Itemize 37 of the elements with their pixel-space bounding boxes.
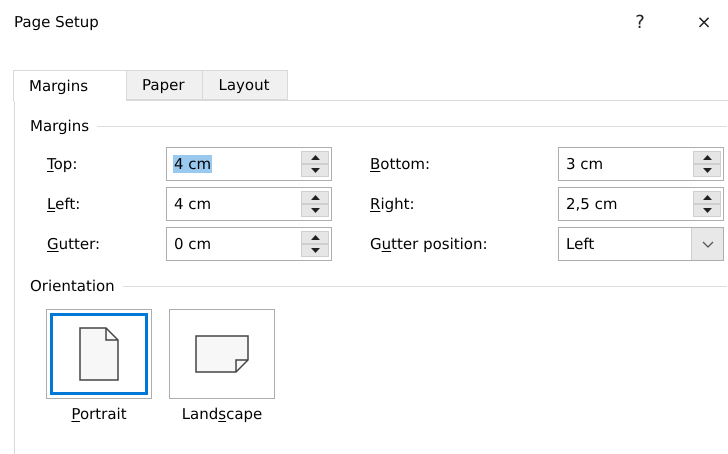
help-button[interactable]: ? (620, 5, 660, 39)
spin-field[interactable]: 4 cm (166, 187, 332, 221)
tab[interactable]: Paper (126, 70, 204, 100)
landscape-page-icon (195, 335, 249, 373)
field-label: Gutter: (47, 235, 102, 253)
spin-down-icon[interactable] (693, 164, 721, 177)
group-title: Margins (30, 117, 90, 135)
orientation-button[interactable] (169, 309, 275, 399)
spin-down-icon[interactable] (693, 204, 721, 217)
field-label: Right: (370, 195, 416, 213)
group-title: Orientation (30, 277, 115, 295)
spin-field[interactable]: 2,5 cm (558, 187, 724, 221)
spin-up-icon[interactable] (693, 151, 721, 164)
field-label: Left: (47, 195, 82, 213)
spin-down-icon[interactable] (301, 164, 329, 177)
tab[interactable]: Margins (13, 70, 127, 101)
field-label: Bottom: (370, 155, 432, 173)
window-title: Page Setup (14, 13, 100, 31)
chevron-down-icon (702, 240, 714, 248)
dropdown-field[interactable]: Left (558, 227, 724, 261)
spin-field[interactable]: 0 cm (166, 227, 332, 261)
close-button[interactable]: × (684, 5, 724, 39)
spin-down-icon[interactable] (301, 244, 329, 257)
orientation-button[interactable] (46, 309, 152, 399)
orientation-label: Landscape (182, 405, 262, 423)
field-label: Gutter position: (370, 235, 489, 253)
spin-up-icon[interactable] (693, 191, 721, 204)
portrait-page-icon (79, 327, 119, 381)
spin-up-icon[interactable] (301, 231, 329, 244)
orientation-label: Portrait (71, 405, 127, 423)
spin-up-icon[interactable] (301, 151, 329, 164)
spin-up-icon[interactable] (301, 191, 329, 204)
spin-down-icon[interactable] (301, 204, 329, 217)
tab[interactable]: Layout (202, 70, 288, 100)
field-label: Top: (47, 155, 78, 173)
spin-field[interactable]: 3 cm (558, 147, 724, 181)
spin-field[interactable]: 4 cm (166, 147, 332, 181)
